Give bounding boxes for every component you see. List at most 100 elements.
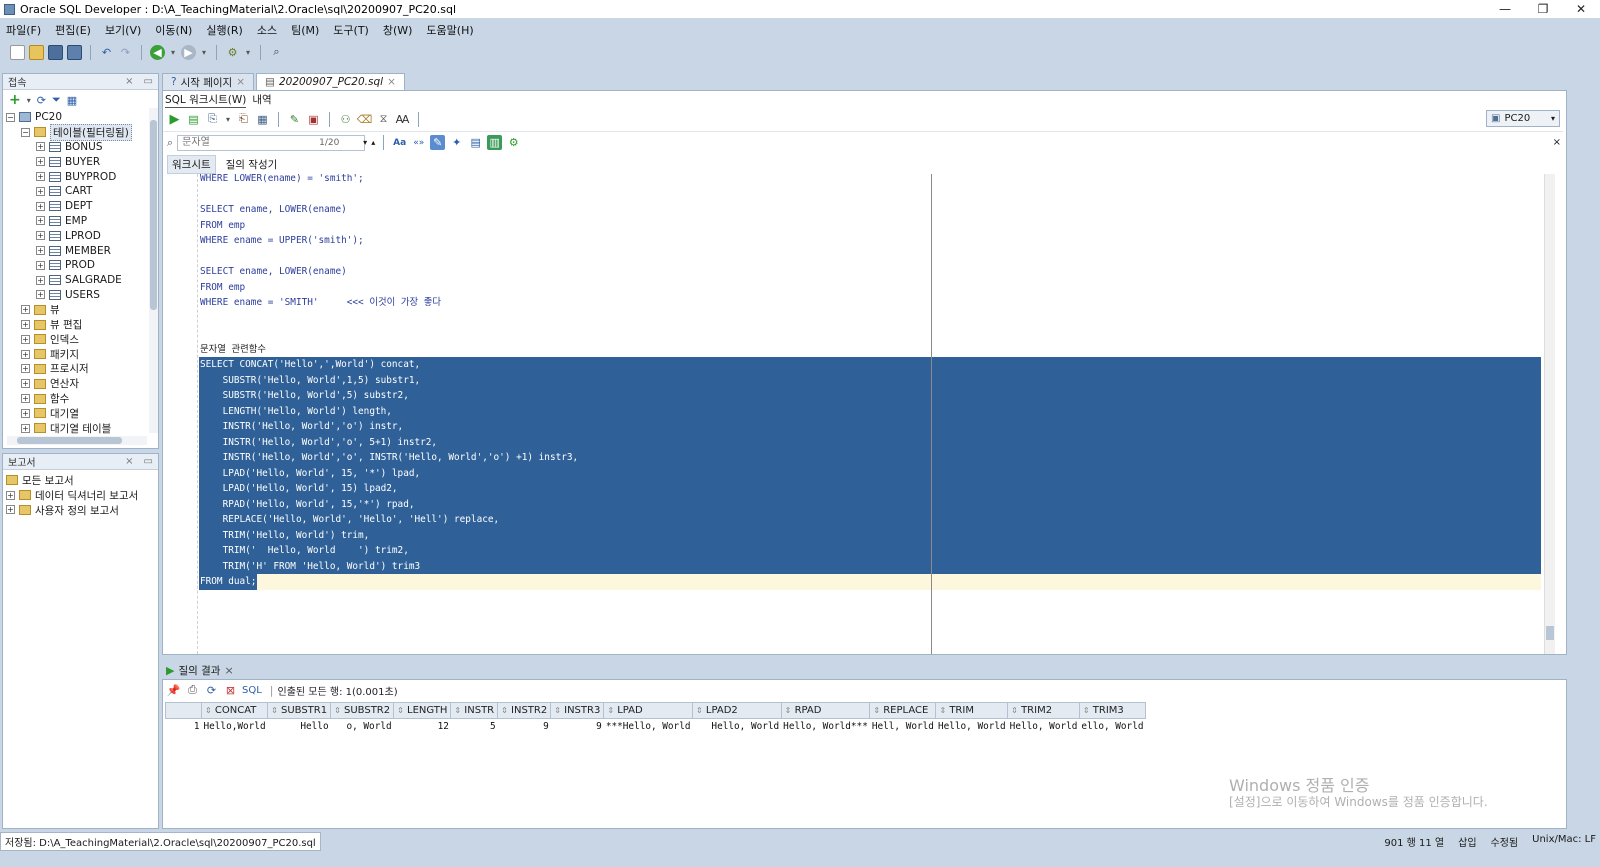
- column-header[interactable]: ⇕ CONCAT: [200, 702, 269, 719]
- add-connection-icon[interactable]: +: [9, 92, 21, 108]
- table-cell[interactable]: Hello, World***: [781, 719, 870, 734]
- tree-node-tables[interactable]: − 테이블(필터링됨): [6, 123, 158, 141]
- tree-node-folder[interactable]: + 뷰: [6, 302, 158, 317]
- menu-view[interactable]: 보기(V): [105, 22, 141, 38]
- find-prev-icon[interactable]: ▾: [363, 138, 367, 147]
- column-header[interactable]: ⇕ LPAD2: [692, 702, 782, 719]
- sql-tuning-icon[interactable]: ▣: [306, 112, 321, 127]
- sql-link[interactable]: SQL: [242, 685, 262, 696]
- unshared-sql-icon[interactable]: ⚇: [338, 112, 353, 127]
- binoculars-icon[interactable]: ⌕: [269, 45, 284, 60]
- restore-button[interactable]: ❐: [1524, 2, 1562, 16]
- menu-source[interactable]: 소스: [257, 22, 277, 38]
- report-item-all[interactable]: 모든 보고서: [6, 473, 158, 488]
- tab-query-builder[interactable]: 질의 작성기: [226, 157, 278, 172]
- tab-worksheet[interactable]: 워크시트: [167, 155, 216, 174]
- debug-dropdown-icon[interactable]: ▾: [244, 45, 252, 60]
- save-all-icon[interactable]: [67, 44, 82, 60]
- tab-close-icon[interactable]: ×: [224, 664, 233, 677]
- pin-icon[interactable]: 📌: [166, 683, 181, 698]
- options-icon[interactable]: ⚙: [506, 135, 521, 150]
- column-header[interactable]: ⇕ TRIM: [935, 702, 1009, 719]
- back-dropdown-icon[interactable]: ▾: [169, 45, 177, 60]
- tree-node-folder[interactable]: + 뷰 편집: [6, 317, 158, 332]
- add-dropdown-icon[interactable]: ▾: [27, 96, 31, 105]
- tab-close-icon[interactable]: ×: [236, 76, 245, 88]
- report-item-data-dictionary[interactable]: + 데이터 딕셔너리 보고서: [6, 488, 158, 503]
- status-insert-mode[interactable]: 삽입: [1458, 834, 1476, 849]
- table-cell[interactable]: Hello, World: [936, 719, 1008, 734]
- table-cell[interactable]: 9: [498, 719, 551, 734]
- tree-node-connection[interactable]: − PC20: [6, 110, 158, 125]
- new-file-icon[interactable]: [10, 44, 25, 60]
- table-cell[interactable]: Hell, World: [870, 719, 936, 734]
- column-header[interactable]: ⇕ RPAD: [780, 702, 871, 719]
- table-cell[interactable]: Hello: [268, 719, 331, 734]
- tree-node-folder[interactable]: + 패키지: [6, 347, 158, 362]
- regex-icon[interactable]: ✎: [430, 135, 446, 150]
- status-line-endings[interactable]: Unix/Mac: LF: [1532, 834, 1596, 849]
- table-cell[interactable]: o, World: [331, 719, 394, 734]
- column-header[interactable]: ⇕ LPAD: [603, 702, 693, 719]
- run-statement-icon[interactable]: ▶: [167, 112, 182, 127]
- table-cell[interactable]: ello, World: [1079, 719, 1145, 734]
- tree-node-folder[interactable]: + 인덱스: [6, 332, 158, 347]
- find-close-icon[interactable]: ×: [1553, 137, 1561, 148]
- menu-file[interactable]: 파일(F): [6, 22, 41, 38]
- panel-minimize-icon[interactable]: ▭: [144, 456, 153, 467]
- tree-vertical-scrollbar[interactable]: [149, 108, 158, 433]
- forward-icon[interactable]: ▶: [181, 44, 196, 60]
- tab-sql-file[interactable]: ▤ 20200907_PC20.sql ×: [256, 73, 405, 90]
- tab-start-page[interactable]: ? 시작 페이지 ×: [162, 73, 255, 90]
- menu-window[interactable]: 창(W): [383, 22, 413, 38]
- match-case-icon[interactable]: Aa: [392, 135, 407, 150]
- tree-node-table[interactable]: + EMP: [6, 214, 158, 229]
- code-editor[interactable]: WHERE LOWER(ename) = 'smith'; SELECT enam…: [163, 174, 1543, 654]
- column-header[interactable]: ⇕ SUBSTR2: [330, 702, 395, 719]
- highlight-icon[interactable]: ✦: [449, 135, 464, 150]
- tree-node-table[interactable]: + BUYPROD: [6, 169, 158, 184]
- wrap-icon[interactable]: ▥: [487, 135, 503, 150]
- column-header[interactable]: ⇕ INSTR2: [497, 702, 552, 719]
- panel-minimize-icon[interactable]: ▭: [144, 76, 153, 87]
- cancel-icon[interactable]: ⊠: [223, 683, 238, 698]
- column-header[interactable]: ⇕ REPLACE: [869, 702, 937, 719]
- editor-vertical-scrollbar[interactable]: [1544, 174, 1555, 654]
- autotrace-icon[interactable]: ✎: [287, 112, 302, 127]
- tree-node-table[interactable]: + SALGRADE: [6, 273, 158, 288]
- column-header[interactable]: ⇕ TRIM3: [1078, 702, 1147, 719]
- menu-edit[interactable]: 편집(E): [55, 22, 91, 38]
- tree-horizontal-scrollbar[interactable]: [7, 436, 147, 445]
- whole-word-icon[interactable]: «»: [411, 135, 426, 150]
- table-cell[interactable]: 9: [551, 719, 604, 734]
- schema-browser-icon[interactable]: ▦: [67, 94, 77, 107]
- save-icon[interactable]: [48, 44, 63, 60]
- filter-icon[interactable]: ⏷: [52, 93, 61, 107]
- print-icon[interactable]: ⎙: [185, 683, 200, 698]
- column-header[interactable]: ⇕ LENGTH: [393, 702, 452, 719]
- close-button[interactable]: ✕: [1562, 2, 1600, 16]
- table-row[interactable]: 1 Hello,World Hello o, World 12 5 9 9 ***Hello, …: [166, 719, 1146, 734]
- table-cell[interactable]: Hello, World: [1008, 719, 1080, 734]
- tree-node-table[interactable]: + USERS: [6, 288, 158, 303]
- sql-history-icon[interactable]: ⧖: [376, 112, 391, 127]
- back-icon[interactable]: ◀: [150, 44, 165, 60]
- format-icon[interactable]: Ꜳ: [395, 112, 410, 127]
- run-script-icon[interactable]: ▤: [186, 112, 201, 127]
- tab-history[interactable]: 내역: [252, 92, 271, 107]
- menu-help[interactable]: 도움말(H): [426, 22, 473, 38]
- column-header[interactable]: ⇕ SUBSTR1: [267, 702, 332, 719]
- column-header[interactable]: ⇕ TRIM2: [1007, 702, 1080, 719]
- table-cell[interactable]: 12: [394, 719, 451, 734]
- tree-node-table[interactable]: + MEMBER: [6, 243, 158, 258]
- menu-team[interactable]: 팀(M): [291, 22, 319, 38]
- open-folder-icon[interactable]: [29, 44, 44, 60]
- table-cell[interactable]: ***Hello, World: [604, 719, 693, 734]
- search-icon[interactable]: ⌕: [167, 136, 173, 150]
- row-number[interactable]: 1: [166, 719, 202, 734]
- redo-icon[interactable]: ↷: [118, 45, 133, 60]
- column-header[interactable]: ⇕ INSTR: [450, 702, 499, 719]
- panel-close-icon[interactable]: ×: [125, 76, 133, 87]
- tree-node-folder[interactable]: + 연산자: [6, 376, 158, 391]
- tree-node-table[interactable]: + CART: [6, 184, 158, 199]
